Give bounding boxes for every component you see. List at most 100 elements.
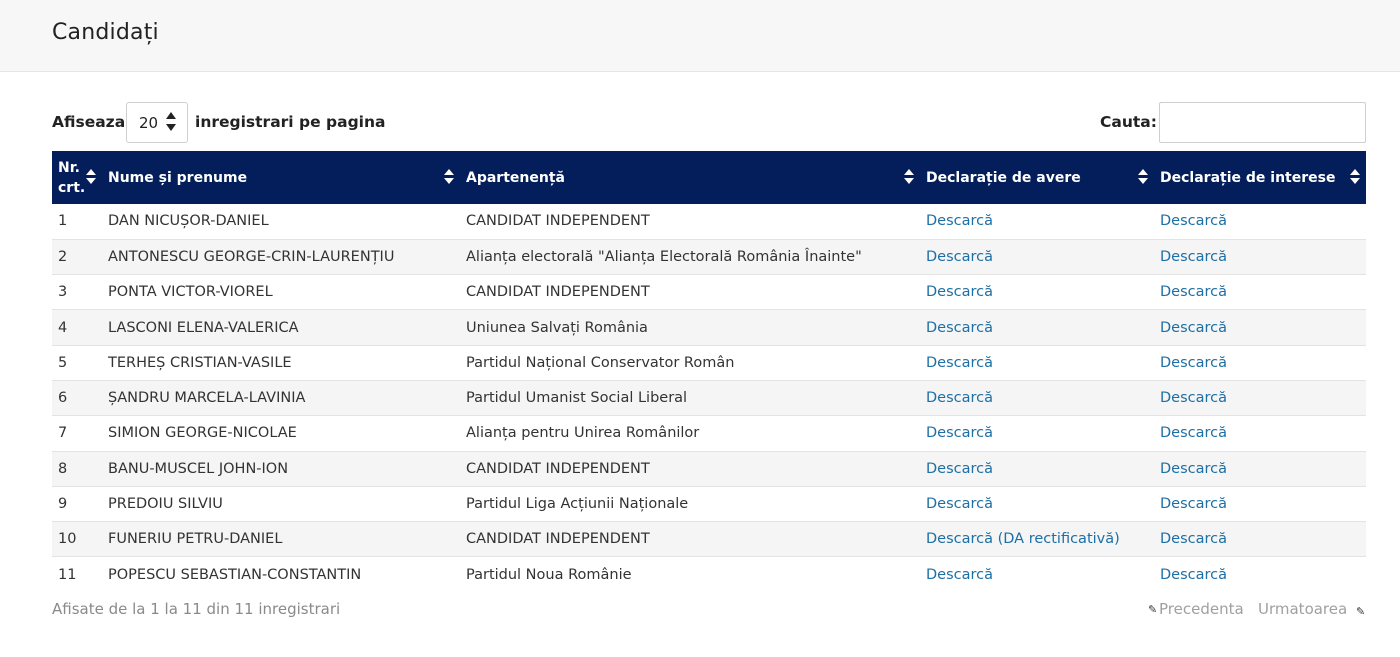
cell-party: Partidul Liga Acțiunii Naționale xyxy=(466,496,689,513)
cell-party: CANDIDAT INDEPENDENT xyxy=(466,531,650,548)
cell-avere: Descarcă (DA rectificativă) xyxy=(920,522,1154,557)
cell-avere: Descarcă xyxy=(920,345,1154,380)
download-avere-link[interactable]: Descarcă xyxy=(926,567,993,583)
column-header-nr[interactable]: Nr. crt. xyxy=(52,151,102,204)
cell-avere: Descarcă xyxy=(920,557,1154,592)
table-row: 6 ȘANDRU MARCELA-LAVINIA Partidul Umanis… xyxy=(52,380,1366,416)
table-row: 9 PREDOIU SILVIU Partidul Liga Acțiunii … xyxy=(52,486,1366,522)
next-page-button[interactable]: Urmatoarea xyxy=(1258,600,1347,618)
download-avere-link[interactable]: Descarcă xyxy=(926,461,993,477)
download-interese-link[interactable]: Descarcă xyxy=(1160,213,1227,229)
cell-nr: 11 xyxy=(58,566,77,583)
cell-name: SIMION GEORGE-NICOLAE xyxy=(108,425,297,442)
cell-party: Partidul Noua Românie xyxy=(466,566,632,583)
sort-icon xyxy=(86,169,96,185)
pencil-icon: ✎ xyxy=(1356,605,1366,618)
table-row: 3 PONTA VICTOR-VIOREL CANDIDAT INDEPENDE… xyxy=(52,275,1366,310)
download-avere-link[interactable]: Descarcă xyxy=(926,355,993,371)
cell-interese: Descarcă xyxy=(1154,416,1366,451)
cell-name: DAN NICUȘOR-DANIEL xyxy=(108,213,269,230)
search-label: Cauta: xyxy=(1100,113,1157,131)
cell-avere: Descarcă xyxy=(920,451,1154,486)
page-size-select[interactable]: 20 xyxy=(126,102,188,143)
cell-name: POPESCU SEBASTIAN-CONSTANTIN xyxy=(108,566,362,583)
cell-party: Partidul Umanist Social Liberal xyxy=(466,390,688,407)
cell-nr: 7 xyxy=(58,425,68,442)
pencil-icon: ✎ xyxy=(1148,603,1158,616)
download-avere-link[interactable]: Descarcă xyxy=(926,496,993,512)
cell-interese: Descarcă xyxy=(1154,310,1366,345)
download-avere-link[interactable]: Descarcă xyxy=(926,425,993,441)
cell-avere: Descarcă xyxy=(920,275,1154,310)
cell-interese: Descarcă xyxy=(1154,522,1366,557)
table-row: 1 DAN NICUȘOR-DANIEL CANDIDAT INDEPENDEN… xyxy=(52,204,1366,240)
column-header-avere-label: Declarație de avere xyxy=(926,169,1081,186)
download-interese-link[interactable]: Descarcă xyxy=(1160,390,1227,406)
show-label: Afiseaza xyxy=(52,113,126,131)
download-avere-link[interactable]: Descarcă xyxy=(926,213,993,229)
previous-page-button[interactable]: Precedenta xyxy=(1159,600,1244,618)
download-avere-link[interactable]: Descarcă xyxy=(926,249,993,265)
column-header-name[interactable]: Nume și prenume xyxy=(102,151,460,204)
cell-nr: 2 xyxy=(58,248,68,265)
page-header: Candidați xyxy=(0,0,1400,72)
sort-icon xyxy=(1350,169,1360,185)
column-header-interese[interactable]: Declarație de interese xyxy=(1154,151,1366,204)
cell-party: CANDIDAT INDEPENDENT xyxy=(466,460,650,477)
cell-avere: Descarcă xyxy=(920,204,1154,239)
download-avere-link[interactable]: Descarcă xyxy=(926,390,993,406)
cell-interese: Descarcă xyxy=(1154,275,1366,310)
download-interese-link[interactable]: Descarcă xyxy=(1160,284,1227,300)
download-interese-link[interactable]: Descarcă xyxy=(1160,531,1227,547)
cell-nr: 9 xyxy=(58,496,68,513)
cell-avere: Descarcă xyxy=(920,416,1154,451)
cell-avere: Descarcă xyxy=(920,380,1154,415)
sort-icon xyxy=(904,169,914,185)
download-interese-link[interactable]: Descarcă xyxy=(1160,425,1227,441)
pagination: ✎ Precedenta Urmatoarea ✎ xyxy=(1148,600,1366,620)
cell-party: CANDIDAT INDEPENDENT xyxy=(466,284,650,301)
column-header-avere[interactable]: Declarație de avere xyxy=(920,151,1154,204)
page-title: Candidați xyxy=(52,20,159,45)
select-arrows-icon xyxy=(165,112,177,134)
download-interese-link[interactable]: Descarcă xyxy=(1160,461,1227,477)
cell-name: ȘANDRU MARCELA-LAVINIA xyxy=(108,390,306,407)
column-header-interese-label: Declarație de interese xyxy=(1160,169,1336,186)
cell-party: Alianța pentru Unirea Românilor xyxy=(466,425,700,442)
column-header-party-label: Apartenență xyxy=(466,169,565,186)
table-row: 7 SIMION GEORGE-NICOLAE Alianța pentru U… xyxy=(52,416,1366,452)
column-header-party[interactable]: Apartenență xyxy=(460,151,920,204)
table-info: Afisate de la 1 la 11 din 11 inregistrar… xyxy=(52,600,341,618)
download-interese-link[interactable]: Descarcă xyxy=(1160,249,1227,265)
table-row: 10 FUNERIU PETRU-DANIEL CANDIDAT INDEPEN… xyxy=(52,521,1366,557)
cell-name: PREDOIU SILVIU xyxy=(108,496,223,513)
cell-name: LASCONI ELENA-VALERICA xyxy=(108,319,299,336)
cell-nr: 5 xyxy=(58,354,68,371)
cell-party: Uniunea Salvați România xyxy=(466,319,648,336)
download-interese-link[interactable]: Descarcă xyxy=(1160,567,1227,583)
candidates-table: Nr. crt. Nume și prenume Apartenență Dec… xyxy=(52,151,1366,592)
page-size-value: 20 xyxy=(139,114,159,132)
download-avere-link[interactable]: Descarcă xyxy=(926,284,993,300)
table-controls: Afiseaza 20 inregistrari pe pagina Cauta… xyxy=(52,102,1366,144)
table-row: 4 LASCONI ELENA-VALERICA Uniunea Salvați… xyxy=(52,309,1366,346)
cell-nr: 3 xyxy=(58,284,68,301)
cell-nr: 1 xyxy=(58,213,68,230)
download-interese-link[interactable]: Descarcă xyxy=(1160,320,1227,336)
cell-interese: Descarcă xyxy=(1154,451,1366,486)
table-row: 2 ANTONESCU GEORGE-CRIN-LAURENȚIU Alianț… xyxy=(52,239,1366,275)
cell-interese: Descarcă xyxy=(1154,204,1366,239)
column-header-nr-line2: crt. xyxy=(58,179,86,196)
cell-avere: Descarcă xyxy=(920,310,1154,345)
per-page-label: inregistrari pe pagina xyxy=(195,113,386,131)
table-row: 11 POPESCU SEBASTIAN-CONSTANTIN Partidul… xyxy=(52,557,1366,592)
download-avere-link[interactable]: Descarcă (DA rectificativă) xyxy=(926,531,1120,547)
search-input[interactable] xyxy=(1159,102,1366,143)
cell-name: PONTA VICTOR-VIOREL xyxy=(108,284,273,301)
download-avere-link[interactable]: Descarcă xyxy=(926,320,993,336)
download-interese-link[interactable]: Descarcă xyxy=(1160,355,1227,371)
download-interese-link[interactable]: Descarcă xyxy=(1160,496,1227,512)
cell-avere: Descarcă xyxy=(920,239,1154,274)
cell-party: Partidul Național Conservator Român xyxy=(466,354,735,371)
cell-avere: Descarcă xyxy=(920,486,1154,521)
